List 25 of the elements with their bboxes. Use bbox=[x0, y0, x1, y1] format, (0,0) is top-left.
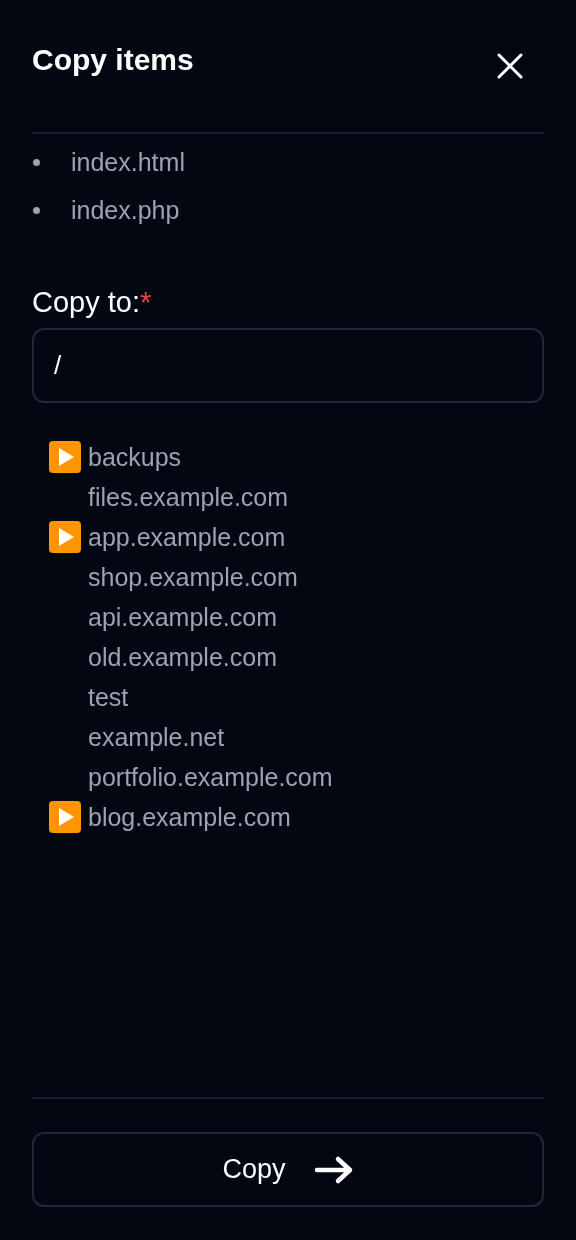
bullet-icon bbox=[33, 206, 40, 214]
play-icon[interactable] bbox=[49, 801, 81, 833]
folder-name[interactable]: api.example.com bbox=[88, 602, 277, 632]
item-name: index.php bbox=[71, 195, 180, 225]
item-name: index.html bbox=[71, 147, 185, 177]
close-icon bbox=[496, 52, 524, 80]
path-input-field[interactable]: / bbox=[32, 328, 544, 403]
arrow-right-icon bbox=[313, 1154, 354, 1185]
field-label: Copy to: bbox=[32, 286, 140, 318]
folder-name[interactable]: app.example.com bbox=[88, 522, 286, 552]
bullet-icon bbox=[33, 158, 40, 166]
folder-name[interactable]: portfolio.example.com bbox=[88, 762, 333, 792]
dialog-title: Copy items bbox=[32, 42, 194, 78]
copy-button[interactable]: Copy bbox=[32, 1132, 544, 1207]
folder-name[interactable]: shop.example.com bbox=[88, 562, 298, 592]
required-mark: * bbox=[140, 286, 152, 318]
folder-name[interactable]: test bbox=[88, 682, 129, 712]
folder-name[interactable]: old.example.com bbox=[88, 642, 277, 672]
folder-name[interactable]: blog.example.com bbox=[88, 802, 291, 832]
folder-name[interactable]: files.example.com bbox=[88, 482, 289, 512]
folder-name[interactable]: example.net bbox=[88, 722, 225, 752]
play-icon[interactable] bbox=[49, 441, 81, 473]
close-button[interactable] bbox=[496, 52, 524, 80]
folder-name[interactable]: backups bbox=[88, 442, 182, 472]
play-icon[interactable] bbox=[49, 521, 81, 553]
